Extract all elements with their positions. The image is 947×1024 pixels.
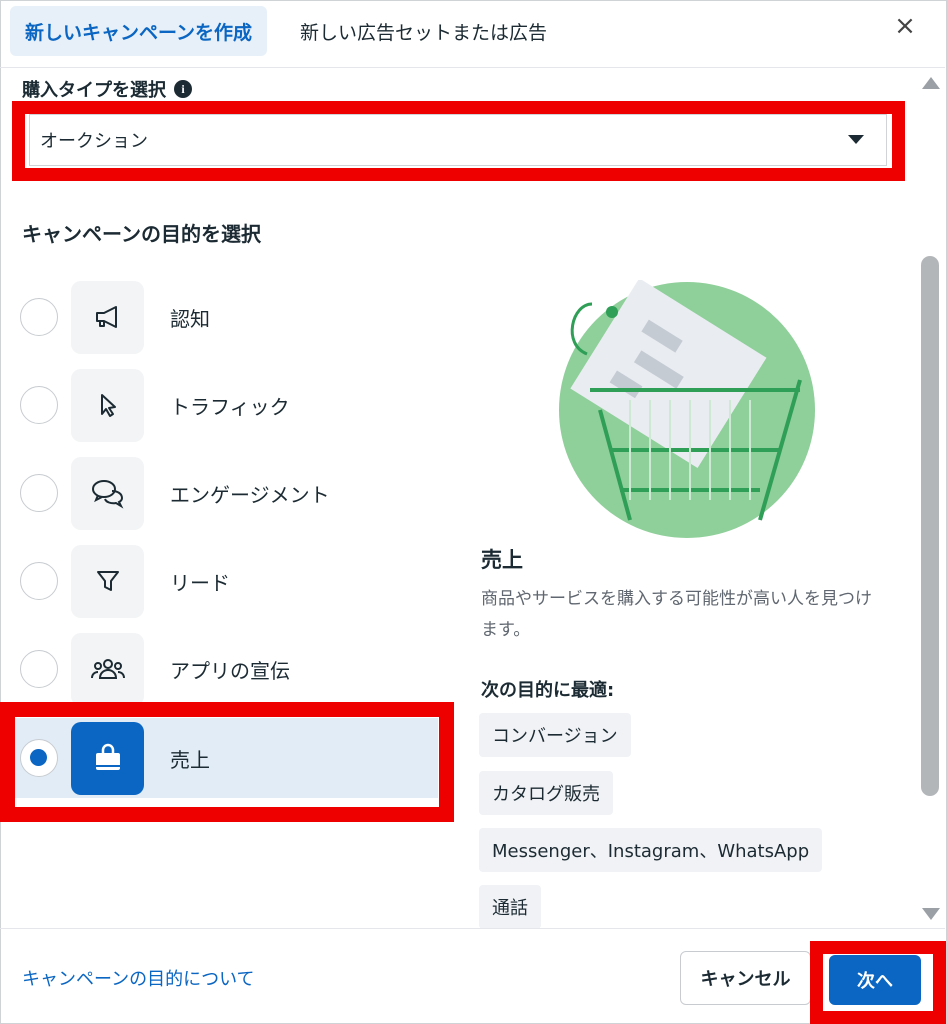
objective-label: アプリの宣伝: [170, 658, 290, 683]
objective-label: エンゲージメント: [170, 482, 330, 507]
objective-label: 認知: [170, 306, 210, 331]
scroll-down-arrow-icon[interactable]: [922, 908, 940, 920]
detail-description: 商品やサービスを購入する可能性が高い人を見つけます。: [481, 589, 872, 640]
chip-conversion: コンバージョン: [479, 713, 631, 757]
objective-label: リード: [170, 570, 230, 595]
objective-label: トラフィック: [170, 394, 290, 419]
tab-new-campaign[interactable]: 新しいキャンペーンを作成: [10, 6, 267, 56]
chip-messaging-apps: Messenger、Instagram、WhatsApp: [479, 828, 823, 872]
detail-title: 売上: [481, 548, 523, 572]
objective-app-promotion[interactable]: アプリの宣伝: [14, 629, 438, 709]
objective-traffic[interactable]: トラフィック: [14, 365, 438, 445]
radio-leads[interactable]: [20, 562, 58, 600]
objective-engagement[interactable]: エンゲージメント: [14, 453, 438, 533]
objective-heading: キャンペーンの目的を選択: [22, 222, 261, 246]
purchase-type-label: 購入タイプを選択 i: [22, 76, 192, 102]
chip-calls: 通話: [479, 885, 541, 929]
purchase-type-select[interactable]: オークション: [29, 114, 887, 166]
radio-awareness[interactable]: [20, 298, 58, 336]
chat-bubbles-icon: [71, 456, 144, 530]
radio-engagement[interactable]: [20, 474, 58, 512]
cursor-icon: [71, 368, 144, 442]
close-icon[interactable]: ×: [891, 12, 919, 40]
about-objectives-link[interactable]: キャンペーンの目的について: [22, 965, 255, 991]
scroll-up-arrow-icon[interactable]: [922, 77, 940, 89]
objective-leads[interactable]: リード: [14, 541, 438, 621]
tab-new-adset-or-ad[interactable]: 新しい広告セットまたは広告: [300, 6, 547, 56]
dialog-header: 新しいキャンペーンを作成 新しい広告セットまたは広告 ×: [0, 0, 945, 68]
chip-catalog-sales: カタログ販売: [479, 771, 613, 815]
cancel-button[interactable]: キャンセル: [680, 951, 811, 1005]
best-for-label: 次の目的に最適:: [481, 680, 615, 701]
info-icon[interactable]: i: [174, 80, 192, 98]
caret-down-icon: [848, 135, 864, 144]
objective-awareness[interactable]: 認知: [14, 277, 438, 357]
purchase-type-label-text: 購入タイプを選択: [22, 80, 166, 101]
radio-traffic[interactable]: [20, 386, 58, 424]
sales-illustration: [540, 278, 815, 540]
funnel-icon: [71, 544, 144, 618]
highlight-box-sales: [0, 702, 454, 822]
purchase-type-value: オークション: [40, 131, 148, 152]
megaphone-icon: [71, 280, 144, 354]
radio-app-promotion[interactable]: [20, 650, 58, 688]
next-button[interactable]: 次へ: [829, 955, 921, 1005]
scrollbar-thumb[interactable]: [921, 256, 939, 796]
people-icon: [71, 632, 144, 706]
